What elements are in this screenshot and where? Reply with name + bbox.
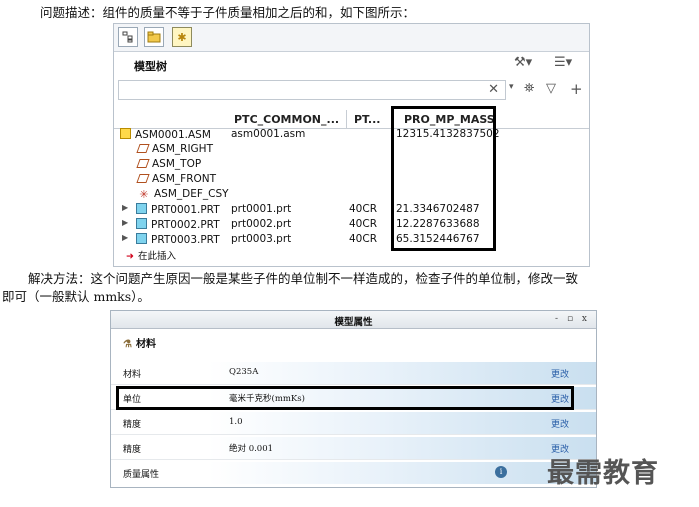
property-row-material: 材料 Q235A 更改 xyxy=(111,362,596,385)
table-row[interactable]: ASM_TOP xyxy=(114,158,589,173)
info-icon[interactable]: i xyxy=(495,466,507,478)
datum-plane-icon xyxy=(136,144,150,153)
tab-favorites[interactable]: ✱ xyxy=(172,27,192,47)
add-icon[interactable]: + xyxy=(570,80,583,98)
tab-bar: ✱ xyxy=(114,24,589,52)
datum-plane-icon xyxy=(136,159,150,168)
tab-model-tree[interactable] xyxy=(118,27,138,47)
clear-icon[interactable]: ✕ xyxy=(488,82,499,97)
expand-arrow-icon[interactable]: ▶ xyxy=(122,218,128,227)
property-row-mass-properties: 质量属性 i xyxy=(111,462,596,484)
intro-text: 问题描述：组件的质量不等于子件质量相加之后的和，如下图所示： xyxy=(40,5,416,20)
column-divider xyxy=(346,110,347,128)
tab-folder-browser[interactable] xyxy=(144,27,164,47)
insert-here-row[interactable]: ➜ 在此插入 xyxy=(114,248,589,263)
search-input[interactable]: ✕ xyxy=(118,80,506,100)
column-header-common[interactable]: PTC_COMMON_... xyxy=(234,110,339,128)
change-button[interactable]: 更改 xyxy=(551,367,569,380)
solution-text-line2: 即可（一般默认 mmks）。 xyxy=(2,289,150,304)
binoculars-icon[interactable]: ⛯ xyxy=(524,81,534,96)
filter-icon[interactable]: ▽ xyxy=(546,81,556,96)
property-row-accuracy: 精度 1.0 更改 xyxy=(111,412,596,435)
dialog-titlebar: 模型属性 - ▫ x xyxy=(111,311,596,329)
part-icon xyxy=(136,203,147,214)
watermark: 最需教育 xyxy=(547,458,659,489)
part-icon xyxy=(136,218,147,229)
expand-arrow-icon[interactable]: ▶ xyxy=(122,203,128,212)
insert-arrow-icon: ➜ xyxy=(126,251,134,262)
show-menu-icon[interactable]: ☰▾ xyxy=(554,55,572,70)
table-row[interactable]: ▶ PRT0003.PRT prt0003.prt 40CR 65.315244… xyxy=(114,233,589,248)
datum-plane-icon xyxy=(136,174,150,183)
expand-arrow-icon[interactable]: ▶ xyxy=(122,233,128,242)
table-row[interactable]: ASM0001.ASM asm0001.asm 12315.4132837502 xyxy=(114,128,589,143)
section-header: ⚗ 材料 xyxy=(123,339,156,350)
table-row[interactable]: ▶ PRT0002.PRT prt0002.prt 40CR 12.228763… xyxy=(114,218,589,233)
part-icon xyxy=(136,233,147,244)
star-icon: ✱ xyxy=(177,30,187,44)
mass-column-highlight xyxy=(391,106,496,251)
property-row-precision: 精度 绝对 0.001 更改 xyxy=(111,437,596,460)
table-row[interactable]: ASM_FRONT xyxy=(114,173,589,188)
column-header-pt[interactable]: PT... xyxy=(354,110,380,128)
settings-icon[interactable]: ⚒▾ xyxy=(514,55,532,70)
change-button[interactable]: 更改 xyxy=(551,417,569,430)
coordinate-system-icon: ✳ xyxy=(139,188,149,201)
solution-text-line1: 解决方法：这个问题产生原因一般是某些子件的单位制不一样造成的，检查子件的单位制，… xyxy=(28,271,579,286)
dialog-title: 模型属性 xyxy=(334,317,373,328)
units-row-highlight xyxy=(116,386,574,410)
dropdown-icon[interactable]: ▾ xyxy=(509,82,514,92)
table-row[interactable]: ASM_RIGHT xyxy=(114,143,589,158)
material-icon: ⚗ xyxy=(123,339,132,350)
table-row[interactable]: ✳ ASM_DEF_CSY xyxy=(114,188,589,203)
tree-icon xyxy=(122,31,133,43)
window-controls[interactable]: - ▫ x xyxy=(555,314,590,324)
assembly-icon xyxy=(120,128,131,139)
folder-icon xyxy=(147,31,161,43)
model-tree-panel: ✱ 模型树 ⚒▾ ☰▾ ✕ ▾ ⛯ ▽ + PTC_COMMON_... PT.… xyxy=(113,23,590,267)
panel-title: 模型树 xyxy=(134,60,167,73)
table-row[interactable]: ▶ PRT0001.PRT prt0001.prt 40CR 21.334670… xyxy=(114,203,589,218)
